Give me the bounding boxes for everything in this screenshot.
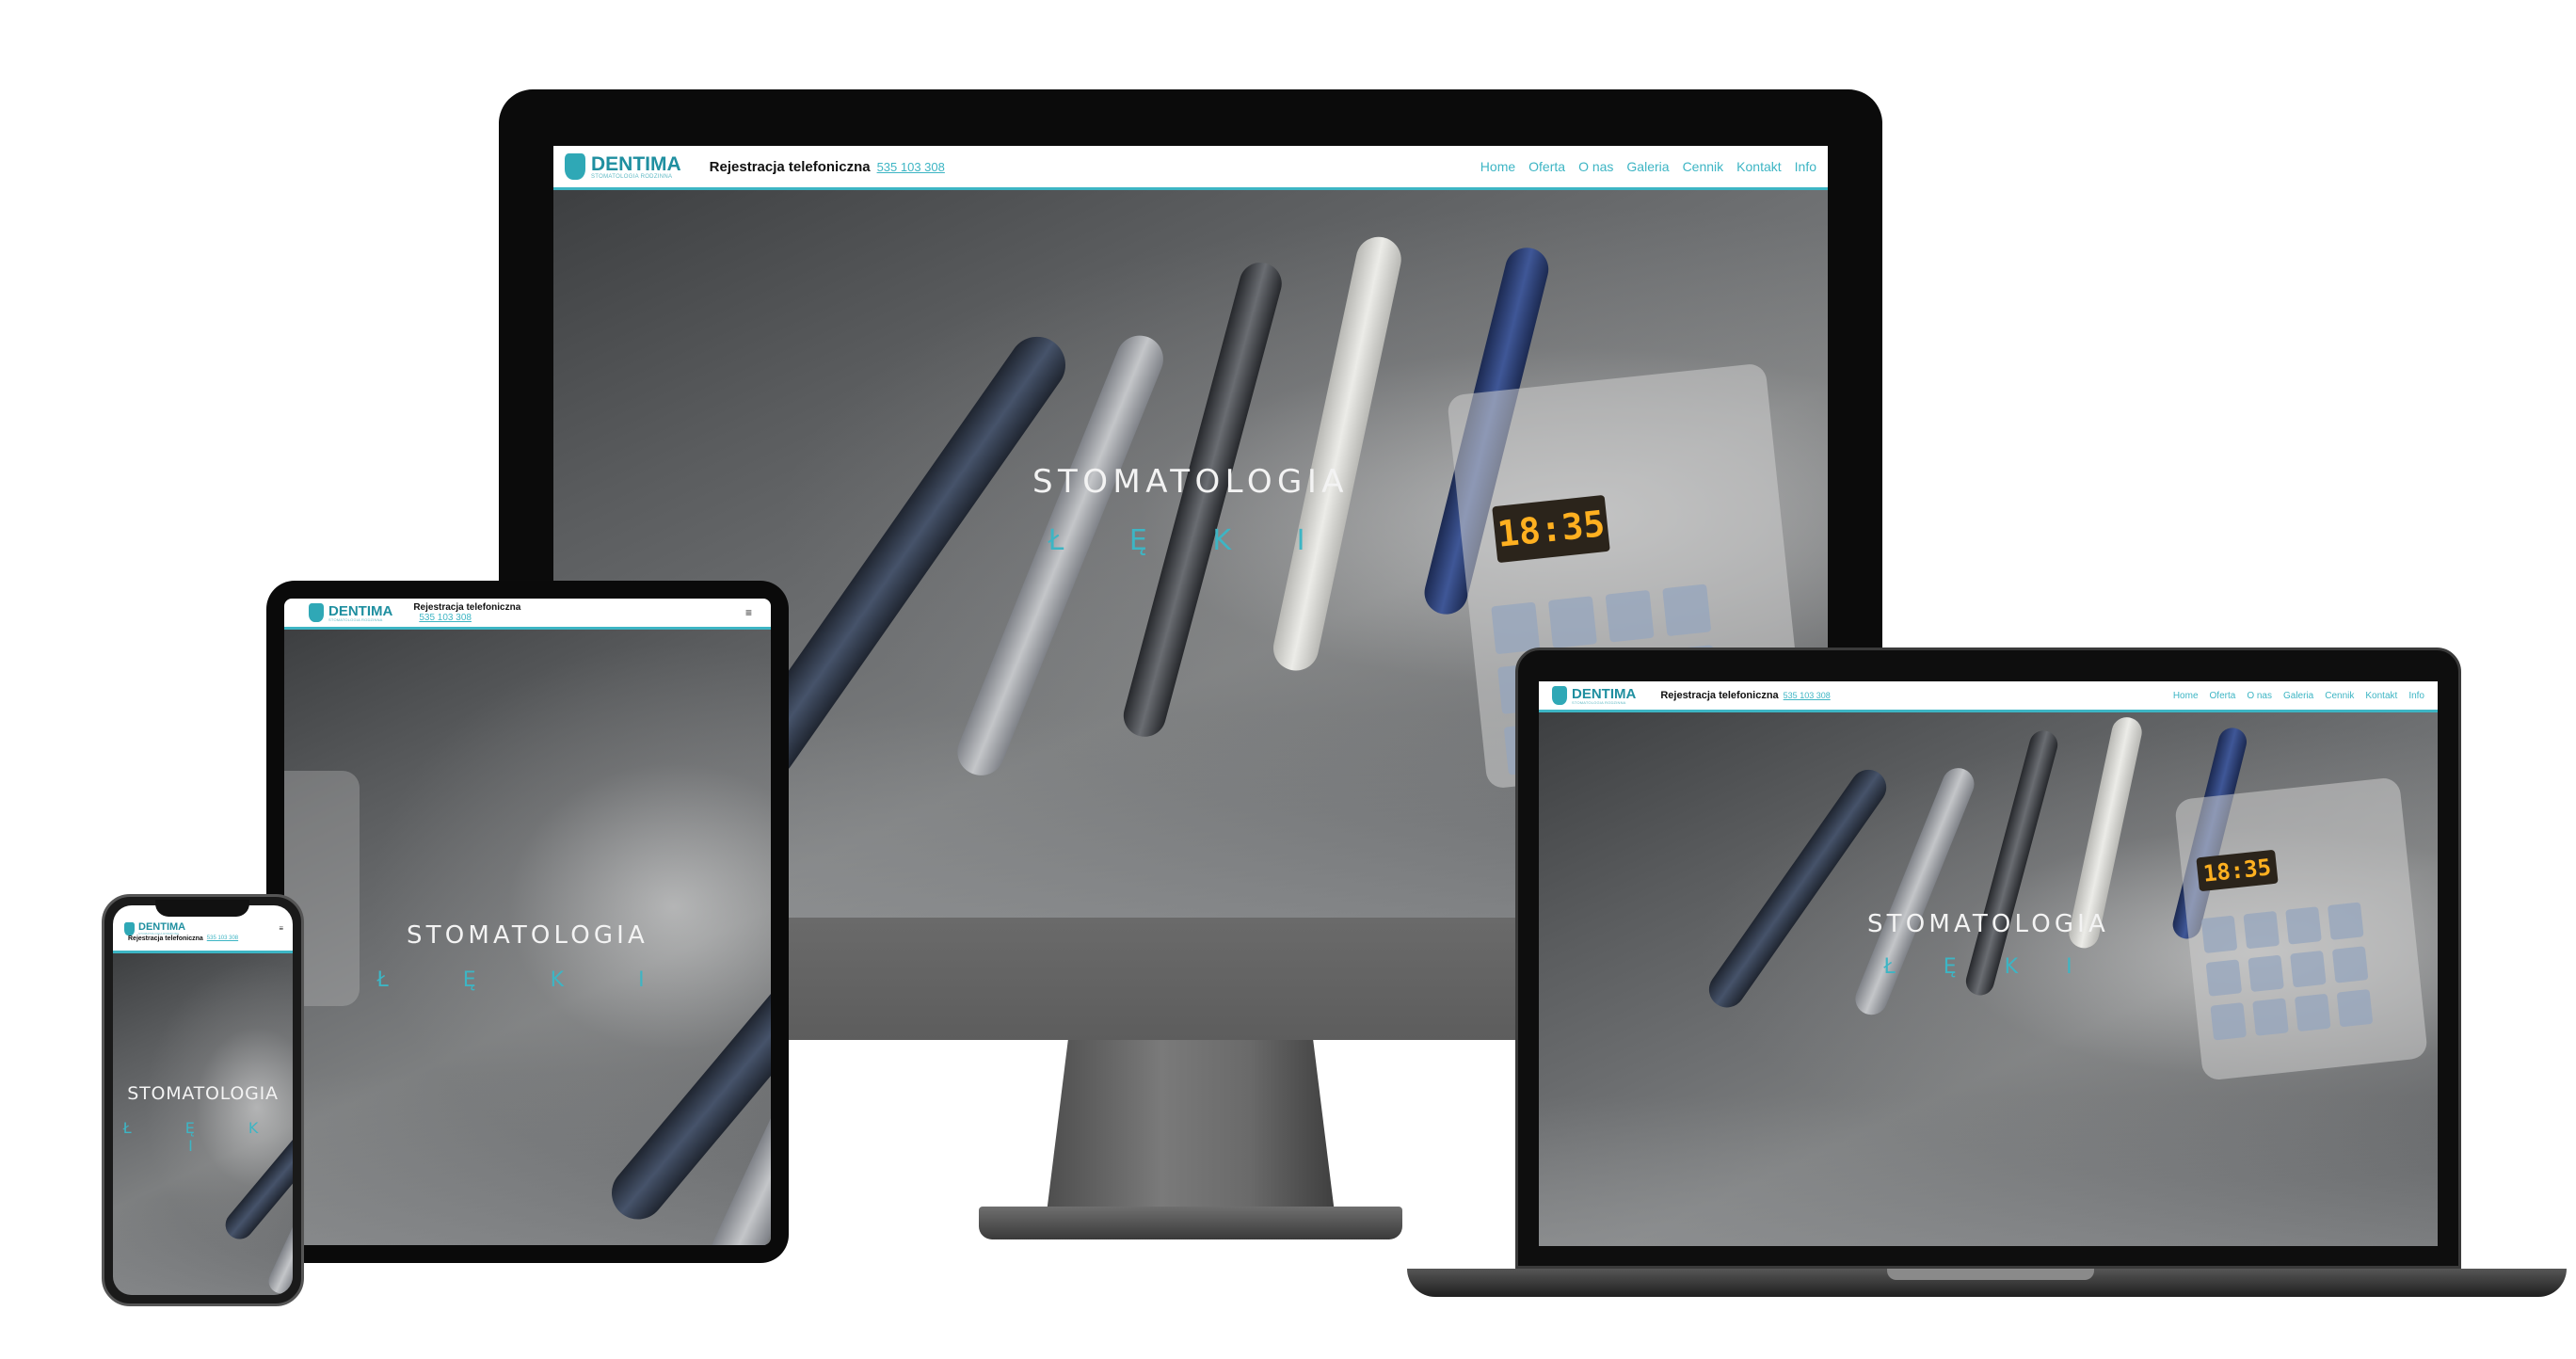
hero-title: STOMATOLOGIA <box>127 1083 279 1104</box>
hero-subtitle: Ł Ę K I <box>376 968 679 992</box>
phone-link[interactable]: 535 103 308 <box>1784 691 1831 700</box>
logo-name: DENTIMA <box>1572 685 1637 702</box>
nav-galeria[interactable]: Galeria <box>1626 159 1669 174</box>
nav-cennik[interactable]: Cennik <box>2325 691 2354 701</box>
tooth-icon <box>565 153 585 180</box>
logo-name: DENTIMA <box>328 602 393 619</box>
logo-name: DENTIMA <box>138 920 186 933</box>
laptop-hinge-notch <box>1887 1269 2094 1280</box>
laptop-screen: DENTIMA STOMATOLOGIA RODZINNA Rejestracj… <box>1539 681 2438 1246</box>
logo[interactable]: DENTIMA STOMATOLOGIA RODZINNA <box>565 153 681 180</box>
nav-o-nas[interactable]: O nas <box>2247 691 2272 701</box>
phone-screen: DENTIMA STOMATOLOGIA RODZINNA ≡ Rejestra… <box>113 905 293 1295</box>
nav-kontakt[interactable]: Kontakt <box>1736 159 1781 174</box>
hero-section: STOMATOLOGIA Ł Ę K I <box>113 953 293 1295</box>
hero-section: STOMATOLOGIA Ł Ę K I <box>284 630 771 1245</box>
logo[interactable]: DENTIMA STOMATOLOGIA RODZINNA <box>1552 686 1636 705</box>
phone-notch <box>155 900 249 917</box>
hero-subtitle: Ł Ę K I <box>1048 524 1334 557</box>
nav-info[interactable]: Info <box>2408 691 2424 701</box>
hero-title: STOMATOLOGIA <box>1867 910 2109 938</box>
registration-label: Rejestracja telefoniczna <box>413 602 521 613</box>
nav-home[interactable]: Home <box>2173 691 2199 701</box>
registration-label: Rejestracja telefoniczna <box>709 158 871 175</box>
main-nav: Home Oferta O nas Galeria Cennik Kontakt… <box>1467 159 1816 174</box>
hero-title: STOMATOLOGIA <box>407 921 648 950</box>
phone-link[interactable]: 535 103 308 <box>877 160 945 174</box>
hamburger-menu-icon[interactable]: ≡ <box>745 606 752 619</box>
hero-section: 18:35 STOMATOLOGIA Ł Ę K I <box>1539 712 2438 1246</box>
main-nav: Home Oferta O nas Galeria Cennik Kontakt… <box>2162 691 2424 701</box>
monitor-stand <box>1045 1040 1336 1228</box>
tooth-icon <box>124 921 135 935</box>
nav-oferta[interactable]: Oferta <box>2210 691 2236 701</box>
dental-handpiece-image <box>600 792 771 1230</box>
logo-tagline: STOMATOLOGIA RODZINNA <box>328 616 383 622</box>
logo-tagline: STOMATOLOGIA RODZINNA <box>1572 699 1626 705</box>
hamburger-menu-icon[interactable]: ≡ <box>279 924 283 933</box>
logo[interactable]: DENTIMA STOMATOLOGIA RODZINNA <box>124 920 186 935</box>
nav-kontakt[interactable]: Kontakt <box>2365 691 2397 701</box>
nav-cennik[interactable]: Cennik <box>1683 159 1724 174</box>
logo-tagline: STOMATOLOGIA RODZINNA <box>591 173 673 180</box>
registration: Rejestracja telefoniczna 535 103 308 <box>413 602 520 623</box>
hero-subtitle: Ł Ę K I <box>1883 955 2093 979</box>
registration: Rejestracja telefoniczna 535 103 308 <box>128 935 293 942</box>
tablet-screen: DENTIMA STOMATOLOGIA RODZINNA Rejestracj… <box>284 599 771 1245</box>
site-header: DENTIMA STOMATOLOGIA RODZINNA Rejestracj… <box>284 599 771 630</box>
phone-link[interactable]: 535 103 308 <box>207 935 238 941</box>
registration: Rejestracja telefoniczna 535 103 308 <box>710 159 945 175</box>
monitor-base <box>979 1207 1402 1239</box>
site-header: DENTIMA STOMATOLOGIA RODZINNA Rejestracj… <box>553 146 1828 190</box>
nav-info[interactable]: Info <box>1795 159 1816 174</box>
tooth-icon <box>309 603 324 622</box>
hero-subtitle: Ł Ę K I <box>122 1119 283 1155</box>
nav-home[interactable]: Home <box>1480 159 1515 174</box>
registration-label: Rejestracja telefoniczna <box>1660 690 1779 701</box>
phone-link[interactable]: 535 103 308 <box>419 613 472 623</box>
logo-name: DENTIMA <box>591 152 681 175</box>
nav-o-nas[interactable]: O nas <box>1578 159 1613 174</box>
registration: Rejestracja telefoniczna 535 103 308 <box>1660 690 1830 701</box>
site-header: DENTIMA STOMATOLOGIA RODZINNA Rejestracj… <box>1539 681 2438 712</box>
hero-title: STOMATOLOGIA <box>1032 463 1349 501</box>
tooth-icon <box>1552 686 1567 705</box>
registration-label: Rejestracja telefoniczna <box>128 935 203 942</box>
nav-oferta[interactable]: Oferta <box>1528 159 1565 174</box>
dental-handpiece-image <box>1269 232 1406 675</box>
logo[interactable]: DENTIMA STOMATOLOGIA RODZINNA <box>309 603 392 622</box>
nav-galeria[interactable]: Galeria <box>2283 691 2313 701</box>
